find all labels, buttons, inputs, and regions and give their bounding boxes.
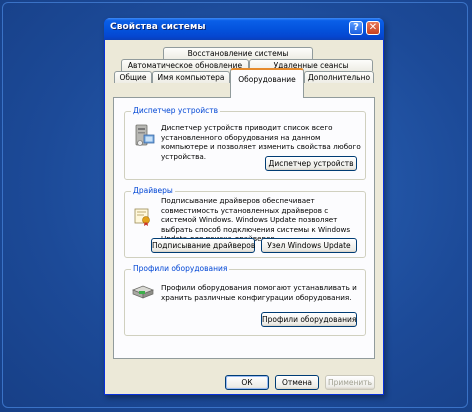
hardware-profiles-description: Профили оборудования помогают устанавлив… bbox=[161, 283, 357, 302]
driver-certificate-icon bbox=[134, 208, 150, 226]
device-manager-group-label: Диспетчер устройств bbox=[131, 106, 221, 116]
drivers-description: Подписывание драйверов обеспечивает совм… bbox=[161, 196, 351, 243]
title-bar[interactable]: Свойства системы ? ✕ bbox=[104, 18, 384, 40]
drivers-group: Драйверы Подписывание драйверов обеспечи… bbox=[124, 186, 366, 258]
question-mark-icon: ? bbox=[353, 22, 359, 33]
tab-general[interactable]: Общие bbox=[114, 71, 152, 83]
tab-label: Автоматическое обновление bbox=[127, 61, 243, 70]
close-button[interactable]: ✕ bbox=[366, 21, 380, 35]
system-properties-dialog: Свойства системы ? ✕ Восстановление сист… bbox=[104, 18, 384, 395]
tab-label: Дополнительно bbox=[307, 73, 371, 82]
window-title: Свойства системы bbox=[110, 22, 206, 32]
hardware-profiles-group-label: Профили оборудования bbox=[131, 264, 230, 274]
button-label: Узел Windows Update bbox=[267, 241, 351, 250]
tab-advanced[interactable]: Дополнительно bbox=[304, 71, 374, 83]
device-manager-icon bbox=[135, 124, 155, 146]
hardware-profiles-group: Профили оборудования Профили оборудовани… bbox=[124, 264, 366, 336]
device-manager-group: Диспетчер устройств Диспетчер устройств … bbox=[124, 106, 366, 180]
apply-button[interactable]: Применить bbox=[325, 375, 375, 390]
help-button[interactable]: ? bbox=[349, 21, 363, 35]
tab-computer-name[interactable]: Имя компьютера bbox=[152, 71, 230, 83]
button-label: ОК bbox=[241, 378, 253, 387]
tab-label: Общие bbox=[119, 73, 147, 82]
device-manager-button[interactable]: Диспетчер устройств bbox=[265, 156, 357, 171]
hardware-tab-panel: Диспетчер устройств Диспетчер устройств … bbox=[113, 97, 375, 359]
windows-update-button[interactable]: Узел Windows Update bbox=[261, 238, 357, 253]
driver-signing-button[interactable]: Подписывание драйверов bbox=[151, 238, 255, 253]
button-label: Применить bbox=[327, 378, 373, 387]
button-label: Профили оборудования bbox=[262, 315, 357, 324]
drivers-group-label: Драйверы bbox=[131, 186, 175, 196]
button-label: Подписывание драйверов bbox=[152, 241, 256, 250]
tab-label: Оборудование bbox=[238, 75, 296, 84]
hardware-profiles-icon bbox=[132, 285, 154, 299]
button-label: Диспетчер устройств bbox=[268, 159, 354, 168]
tab-label: Восстановление системы bbox=[187, 49, 289, 58]
ok-button[interactable]: ОК bbox=[225, 375, 269, 390]
tab-label: Имя компьютера bbox=[157, 73, 225, 82]
tab-hardware[interactable]: Оборудование bbox=[230, 68, 304, 98]
tab-system-restore[interactable]: Восстановление системы bbox=[163, 47, 313, 59]
hardware-profiles-button[interactable]: Профили оборудования bbox=[261, 312, 357, 327]
close-icon: ✕ bbox=[368, 22, 378, 33]
button-label: Отмена bbox=[281, 378, 313, 387]
cancel-button[interactable]: Отмена bbox=[275, 375, 319, 390]
